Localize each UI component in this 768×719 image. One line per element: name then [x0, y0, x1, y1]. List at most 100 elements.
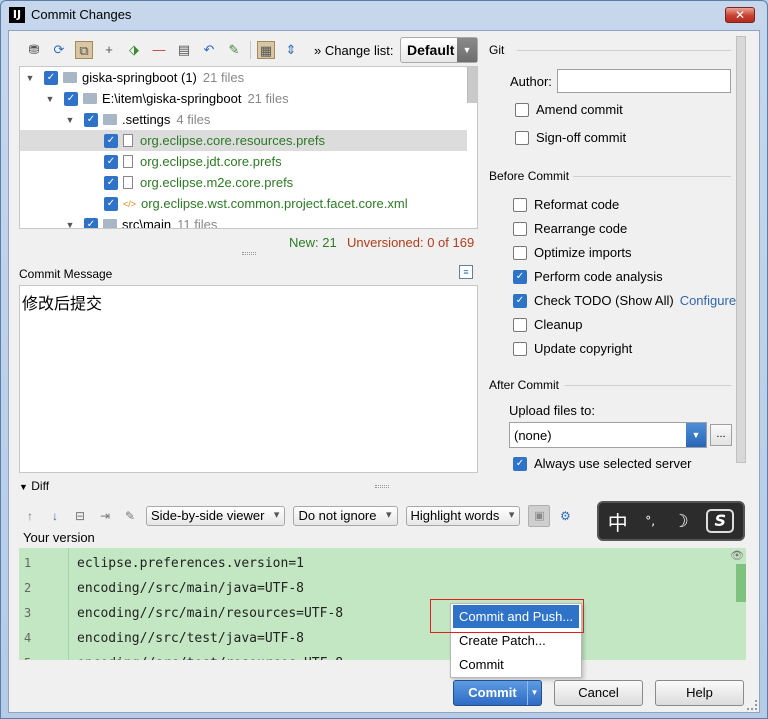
- checkbox-unchecked[interactable]: [513, 341, 527, 356]
- next-file-icon[interactable]: ⇥: [96, 507, 114, 525]
- lock-icon[interactable]: ▣: [528, 505, 551, 527]
- ime-punctuation-toggle[interactable]: °,: [645, 514, 655, 528]
- author-label: Author:: [510, 74, 552, 89]
- group-by-icon[interactable]: ⧉: [75, 41, 93, 59]
- sogou-logo-icon[interactable]: S: [706, 509, 735, 533]
- collapse-arrow-icon[interactable]: ▼: [24, 73, 36, 83]
- show-directories-icon[interactable]: ▦: [257, 41, 275, 59]
- reformat-code-option[interactable]: Reformat code: [513, 197, 619, 212]
- commit-message-history-icon[interactable]: ≡: [459, 265, 473, 279]
- always-use-server-option[interactable]: ✓ Always use selected server: [513, 456, 692, 471]
- checkbox-unchecked[interactable]: [513, 221, 527, 236]
- viewer-mode-combo[interactable]: Side-by-side viewer: [146, 506, 286, 526]
- close-button[interactable]: ✕: [725, 7, 755, 23]
- collapse-arrow-icon[interactable]: ▼: [64, 115, 76, 125]
- commit-menu-item[interactable]: Commit: [453, 653, 579, 676]
- unversioned-files-link[interactable]: Unversioned: 0 of 169: [347, 235, 474, 250]
- add-icon[interactable]: +: [100, 41, 118, 59]
- update-copyright-option[interactable]: Update copyright: [513, 341, 632, 356]
- folder-icon: [103, 219, 117, 228]
- chevron-down-icon: ▼: [686, 423, 706, 447]
- browse-servers-button[interactable]: ...: [710, 424, 732, 446]
- checkbox-unchecked[interactable]: [513, 317, 527, 332]
- splitter-grip[interactable]: [242, 252, 256, 255]
- tree-node-project[interactable]: ▼ ✓ giska-springboot (1) 21 files: [20, 67, 467, 88]
- upload-server-combo[interactable]: (none) ▼: [509, 422, 707, 448]
- amend-commit-option[interactable]: Amend commit: [515, 102, 623, 117]
- checkbox-checked[interactable]: ✓: [104, 196, 118, 211]
- checkbox-checked[interactable]: ✓: [44, 70, 58, 85]
- cleanup-option[interactable]: Cleanup: [513, 317, 582, 332]
- rollback-icon[interactable]: ↶: [200, 41, 218, 59]
- tree-file-row[interactable]: ✓ org.eclipse.core.resources.prefs: [20, 130, 467, 151]
- tree-node-settings[interactable]: ▼ ✓ .settings 4 files: [20, 109, 467, 130]
- check-todo-option[interactable]: ✓ Check TODO (Show All) Configure: [513, 293, 736, 308]
- author-input[interactable]: [557, 69, 731, 93]
- shelve-icon[interactable]: ▤: [175, 41, 193, 59]
- next-difference-icon[interactable]: ↓: [46, 507, 64, 525]
- checkbox-checked[interactable]: ✓: [104, 175, 118, 190]
- highlight-mode-combo[interactable]: Highlight words: [405, 506, 521, 526]
- gear-icon[interactable]: ⚙: [556, 507, 574, 525]
- checkbox-checked[interactable]: ✓: [84, 217, 98, 228]
- option-label: Sign-off commit: [536, 130, 627, 145]
- tree-file-row[interactable]: ✓ </> org.eclipse.wst.common.project.fac…: [20, 193, 467, 214]
- expand-all-icon[interactable]: ⇕: [282, 41, 300, 59]
- collapse-arrow-icon[interactable]: ▼: [44, 94, 56, 104]
- show-diff-icon[interactable]: ⛃: [25, 41, 43, 59]
- commit-button[interactable]: Commit ▼: [453, 680, 542, 706]
- option-label: Check TODO (Show All): [534, 293, 674, 308]
- tree-file-row[interactable]: ✓ org.eclipse.m2e.core.prefs: [20, 172, 467, 193]
- ime-language-toggle[interactable]: 中: [608, 507, 628, 536]
- checkbox-checked[interactable]: ✓: [104, 154, 118, 169]
- tree-file-row[interactable]: ✓ org.eclipse.jdt.core.prefs: [20, 151, 467, 172]
- tree-node-path[interactable]: ▼ ✓ E:\item\giska-springboot 21 files: [20, 88, 467, 109]
- checkbox-checked[interactable]: ✓: [513, 269, 527, 284]
- changes-toolbar: ⛃ ⟳ ⧉ + ⬗ — ▤ ↶ ✎ ▦ ⇕: [25, 39, 307, 61]
- checkbox-unchecked[interactable]: [515, 102, 529, 117]
- diff-section-header[interactable]: ▼ Diff: [19, 479, 49, 493]
- previous-difference-icon[interactable]: ↑: [21, 507, 39, 525]
- resize-grip[interactable]: [747, 700, 757, 710]
- checkbox-unchecked[interactable]: [513, 197, 527, 212]
- rearrange-code-option[interactable]: Rearrange code: [513, 221, 627, 236]
- remove-icon[interactable]: —: [150, 41, 168, 59]
- tree-node-src-main[interactable]: ▼ ✓ src\main 11 files: [20, 214, 467, 229]
- move-to-changelist-icon[interactable]: ⬗: [125, 41, 143, 59]
- eye-icon[interactable]: 👁: [730, 549, 744, 562]
- commit-message-input[interactable]: 修改后提交: [19, 285, 478, 473]
- checkbox-checked[interactable]: ✓: [513, 293, 527, 308]
- help-button[interactable]: Help: [655, 680, 744, 706]
- code-line: 2 encoding//src/main/java=UTF-8: [19, 576, 746, 601]
- checkbox-checked[interactable]: ✓: [104, 133, 118, 148]
- line-number: 3: [24, 606, 32, 620]
- options-scrollbar[interactable]: [736, 36, 746, 463]
- chevron-down-icon[interactable]: ▼: [527, 681, 541, 705]
- ignore-whitespace-combo[interactable]: Do not ignore: [293, 506, 398, 526]
- file-icon: [123, 155, 133, 168]
- code-scrollbar[interactable]: [736, 564, 746, 602]
- change-list-combo[interactable]: Default ▼: [400, 37, 478, 63]
- checkbox-checked[interactable]: ✓: [64, 91, 78, 106]
- diff-code-viewer[interactable]: 1 eclipse.preferences.version=1 2 encodi…: [19, 548, 746, 660]
- signoff-commit-option[interactable]: Sign-off commit: [515, 130, 626, 145]
- chevron-down-icon: ▼: [457, 38, 477, 62]
- previous-file-icon[interactable]: ⊟: [71, 507, 89, 525]
- edit-source-icon[interactable]: ✎: [225, 41, 243, 59]
- commit-message-label: Commit Message: [19, 267, 113, 281]
- collapse-arrow-icon[interactable]: ▼: [64, 220, 76, 229]
- section-divider: [573, 176, 731, 177]
- splitter-grip[interactable]: [375, 485, 389, 488]
- configure-link[interactable]: Configure: [680, 293, 736, 308]
- edit-source-icon[interactable]: ✎: [121, 507, 139, 525]
- checkbox-checked[interactable]: ✓: [513, 456, 527, 471]
- checkbox-unchecked[interactable]: [513, 245, 527, 260]
- checkbox-unchecked[interactable]: [515, 130, 529, 145]
- cancel-button[interactable]: Cancel: [554, 680, 643, 706]
- refresh-icon[interactable]: ⟳: [50, 41, 68, 59]
- tree-scrollbar[interactable]: [467, 67, 477, 103]
- perform-code-analysis-option[interactable]: ✓ Perform code analysis: [513, 269, 663, 284]
- optimize-imports-option[interactable]: Optimize imports: [513, 245, 632, 260]
- moon-icon[interactable]: ☽: [673, 511, 689, 532]
- checkbox-checked[interactable]: ✓: [84, 112, 98, 127]
